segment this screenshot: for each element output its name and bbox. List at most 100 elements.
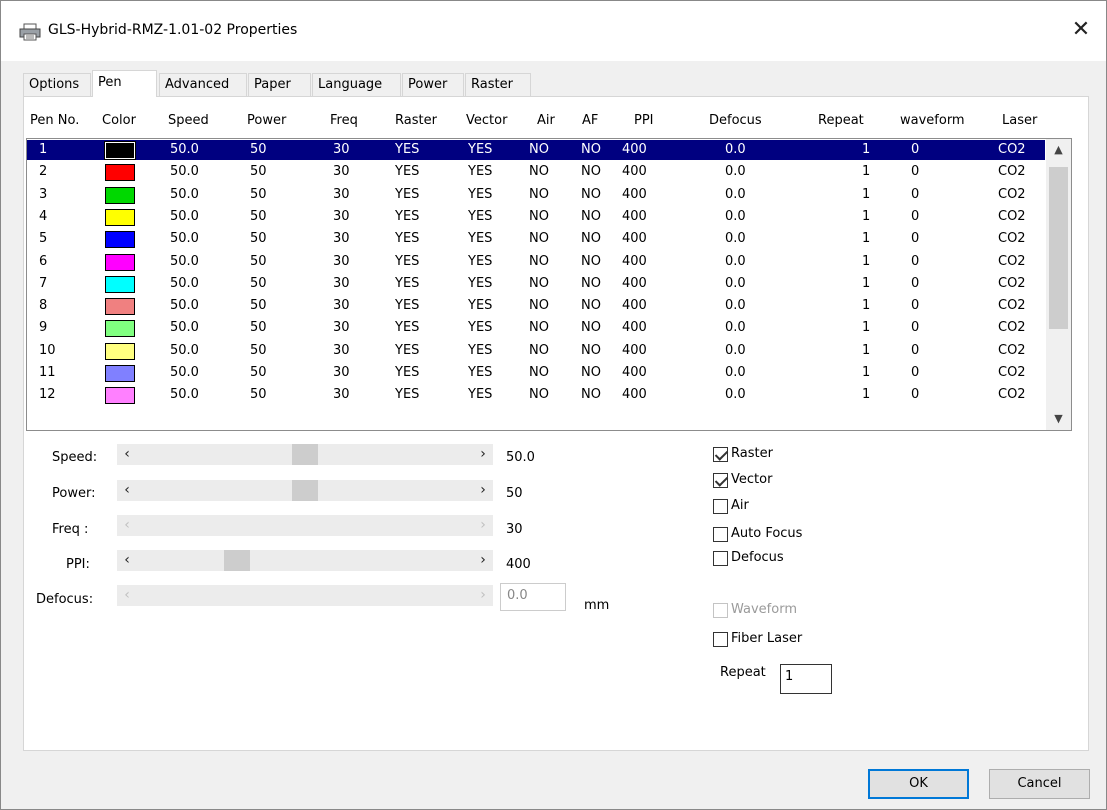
cell-raster: YES <box>395 208 420 224</box>
slider-thumb[interactable] <box>292 444 318 465</box>
cell-air: NO <box>529 275 549 291</box>
cell-laser: CO2 <box>998 298 1026 314</box>
slider-thumb[interactable] <box>223 550 250 571</box>
table-row[interactable]: 12 50.0 50 30 YES YES NO NO 400 0.0 1 0 CO2 <box>27 385 1045 405</box>
header-defocus: Defocus <box>709 113 762 128</box>
checkbox-box[interactable] <box>713 632 728 647</box>
cell-af: NO <box>581 231 601 247</box>
cell-ppi: 400 <box>622 253 647 269</box>
waveform-checkbox-label: Waveform <box>731 602 797 617</box>
scroll-down-icon[interactable]: ▼ <box>1046 408 1071 430</box>
slider-right-arrow-icon[interactable]: › <box>473 550 493 571</box>
power-slider[interactable]: ‹ › <box>117 480 493 501</box>
repeat-input[interactable]: 1 <box>780 664 832 694</box>
properties-dialog: GLS-Hybrid-RMZ-1.01-02 Properties ✕ Opti… <box>0 0 1107 810</box>
cell-speed: 50.0 <box>170 186 199 202</box>
tab-options[interactable]: Options <box>23 73 91 96</box>
tab-raster[interactable]: Raster <box>465 73 531 96</box>
cell-laser: CO2 <box>998 342 1026 358</box>
cell-defocus: 0.0 <box>725 365 746 380</box>
cell-power: 50 <box>250 164 267 180</box>
cell-no: 7 <box>39 275 48 291</box>
pen-color-swatch <box>104 141 136 160</box>
table-row[interactable]: 6 50.0 50 30 YES YES NO NO 400 0.0 1 0 CO2 <box>27 252 1045 272</box>
cell-laser: CO2 <box>998 365 1026 380</box>
slider-right-arrow-icon[interactable]: › <box>473 480 493 501</box>
table-row[interactable]: 2 50.0 50 30 YES YES NO NO 400 0.0 1 0 CO2 <box>27 162 1045 182</box>
tab-paper[interactable]: Paper <box>248 73 311 96</box>
cell-ppi: 400 <box>622 231 647 247</box>
header-air: Air <box>537 113 555 128</box>
scroll-up-icon[interactable]: ▲ <box>1046 139 1071 161</box>
pen-table[interactable]: 1 50.0 50 30 YES YES NO NO 400 0.0 1 0 CO2 2 50.0 50 30 Y… <box>26 138 1072 431</box>
cell-repeat: 1 <box>862 342 871 358</box>
cell-no: 5 <box>39 231 48 247</box>
table-row[interactable]: 1 50.0 50 30 YES YES NO NO 400 0.0 1 0 CO2 <box>27 140 1045 160</box>
table-row[interactable]: 3 50.0 50 30 YES YES NO NO 400 0.0 1 0 CO2 <box>27 185 1045 205</box>
cell-repeat: 1 <box>862 275 871 291</box>
checkbox-box[interactable] <box>713 527 728 542</box>
checkbox-box[interactable] <box>713 473 728 488</box>
cell-defocus: 0.0 <box>725 164 746 180</box>
table-row[interactable]: 5 50.0 50 30 YES YES NO NO 400 0.0 1 0 CO2 <box>27 229 1045 249</box>
cell-raster: YES <box>395 342 420 358</box>
cell-no: 12 <box>39 387 56 403</box>
title-bar: GLS-Hybrid-RMZ-1.01-02 Properties ✕ <box>1 1 1106 61</box>
checkbox-box[interactable] <box>713 499 728 514</box>
tab-language[interactable]: Language <box>312 73 401 96</box>
cell-speed: 50.0 <box>170 320 199 336</box>
cell-speed: 50.0 <box>170 253 199 269</box>
cell-repeat: 1 <box>862 164 871 180</box>
ok-button[interactable]: OK <box>868 769 969 799</box>
tab-pen[interactable]: Pen <box>92 70 157 97</box>
slider-thumb[interactable] <box>292 480 318 501</box>
cell-defocus: 0.0 <box>725 231 746 247</box>
cell-vector: YES <box>468 231 493 247</box>
repeat-label: Repeat <box>720 665 766 680</box>
air-checkbox-label: Air <box>731 498 749 513</box>
cell-af: NO <box>581 253 601 269</box>
tab-advanced[interactable]: Advanced <box>159 73 247 96</box>
ppi-slider[interactable]: ‹ › <box>117 550 493 571</box>
pen-color-swatch <box>105 320 135 338</box>
checkbox-box[interactable] <box>713 447 728 462</box>
slider-left-arrow-icon[interactable]: ‹ <box>117 444 137 465</box>
table-row[interactable]: 10 50.0 50 30 YES YES NO NO 400 0.0 1 0 CO2 <box>27 341 1045 361</box>
checkbox-box[interactable] <box>713 551 728 566</box>
cell-waveform: 0 <box>911 231 920 247</box>
table-row[interactable]: 8 50.0 50 30 YES YES NO NO 400 0.0 1 0 CO2 <box>27 296 1045 316</box>
cell-af: NO <box>581 186 601 202</box>
slider-left-arrow-icon[interactable]: ‹ <box>117 480 137 501</box>
cell-defocus: 0.0 <box>725 275 746 291</box>
table-row[interactable]: 9 50.0 50 30 YES YES NO NO 400 0.0 1 0 CO2 <box>27 318 1045 338</box>
cell-waveform: 0 <box>911 164 920 180</box>
table-scrollbar[interactable]: ▲ ▼ <box>1046 139 1071 430</box>
slider-left-arrow-icon[interactable]: ‹ <box>117 550 137 571</box>
cell-power: 50 <box>250 231 267 247</box>
cell-af: NO <box>581 365 601 380</box>
table-row[interactable]: 7 50.0 50 30 YES YES NO NO 400 0.0 1 0 CO2 <box>27 274 1045 294</box>
scrollbar-thumb[interactable] <box>1049 167 1068 329</box>
slider-right-arrow-icon[interactable]: › <box>473 444 493 465</box>
cell-laser: CO2 <box>998 275 1026 291</box>
cell-ppi: 400 <box>622 365 647 380</box>
cell-af: NO <box>581 387 601 403</box>
cell-no: 4 <box>39 208 48 224</box>
cell-freq: 30 <box>333 164 350 180</box>
speed-slider[interactable]: ‹ › <box>117 444 493 465</box>
header-speed: Speed <box>168 113 209 128</box>
cell-speed: 50.0 <box>170 275 199 291</box>
cell-waveform: 0 <box>911 298 920 314</box>
vector-checkbox-label: Vector <box>731 472 773 487</box>
cell-raster: YES <box>395 253 420 269</box>
cell-power: 50 <box>250 142 267 157</box>
pen-color-swatch <box>105 164 135 182</box>
cancel-button[interactable]: Cancel <box>989 769 1090 799</box>
tab-power[interactable]: Power <box>402 73 464 96</box>
cell-power: 50 <box>250 275 267 291</box>
table-row[interactable]: 4 50.0 50 30 YES YES NO NO 400 0.0 1 0 CO2 <box>27 207 1045 227</box>
cell-ppi: 400 <box>622 387 647 403</box>
table-row[interactable]: 11 50.0 50 30 YES YES NO NO 400 0.0 1 0 CO2 <box>27 363 1045 383</box>
cell-laser: CO2 <box>998 387 1026 403</box>
close-icon[interactable]: ✕ <box>1068 17 1094 43</box>
